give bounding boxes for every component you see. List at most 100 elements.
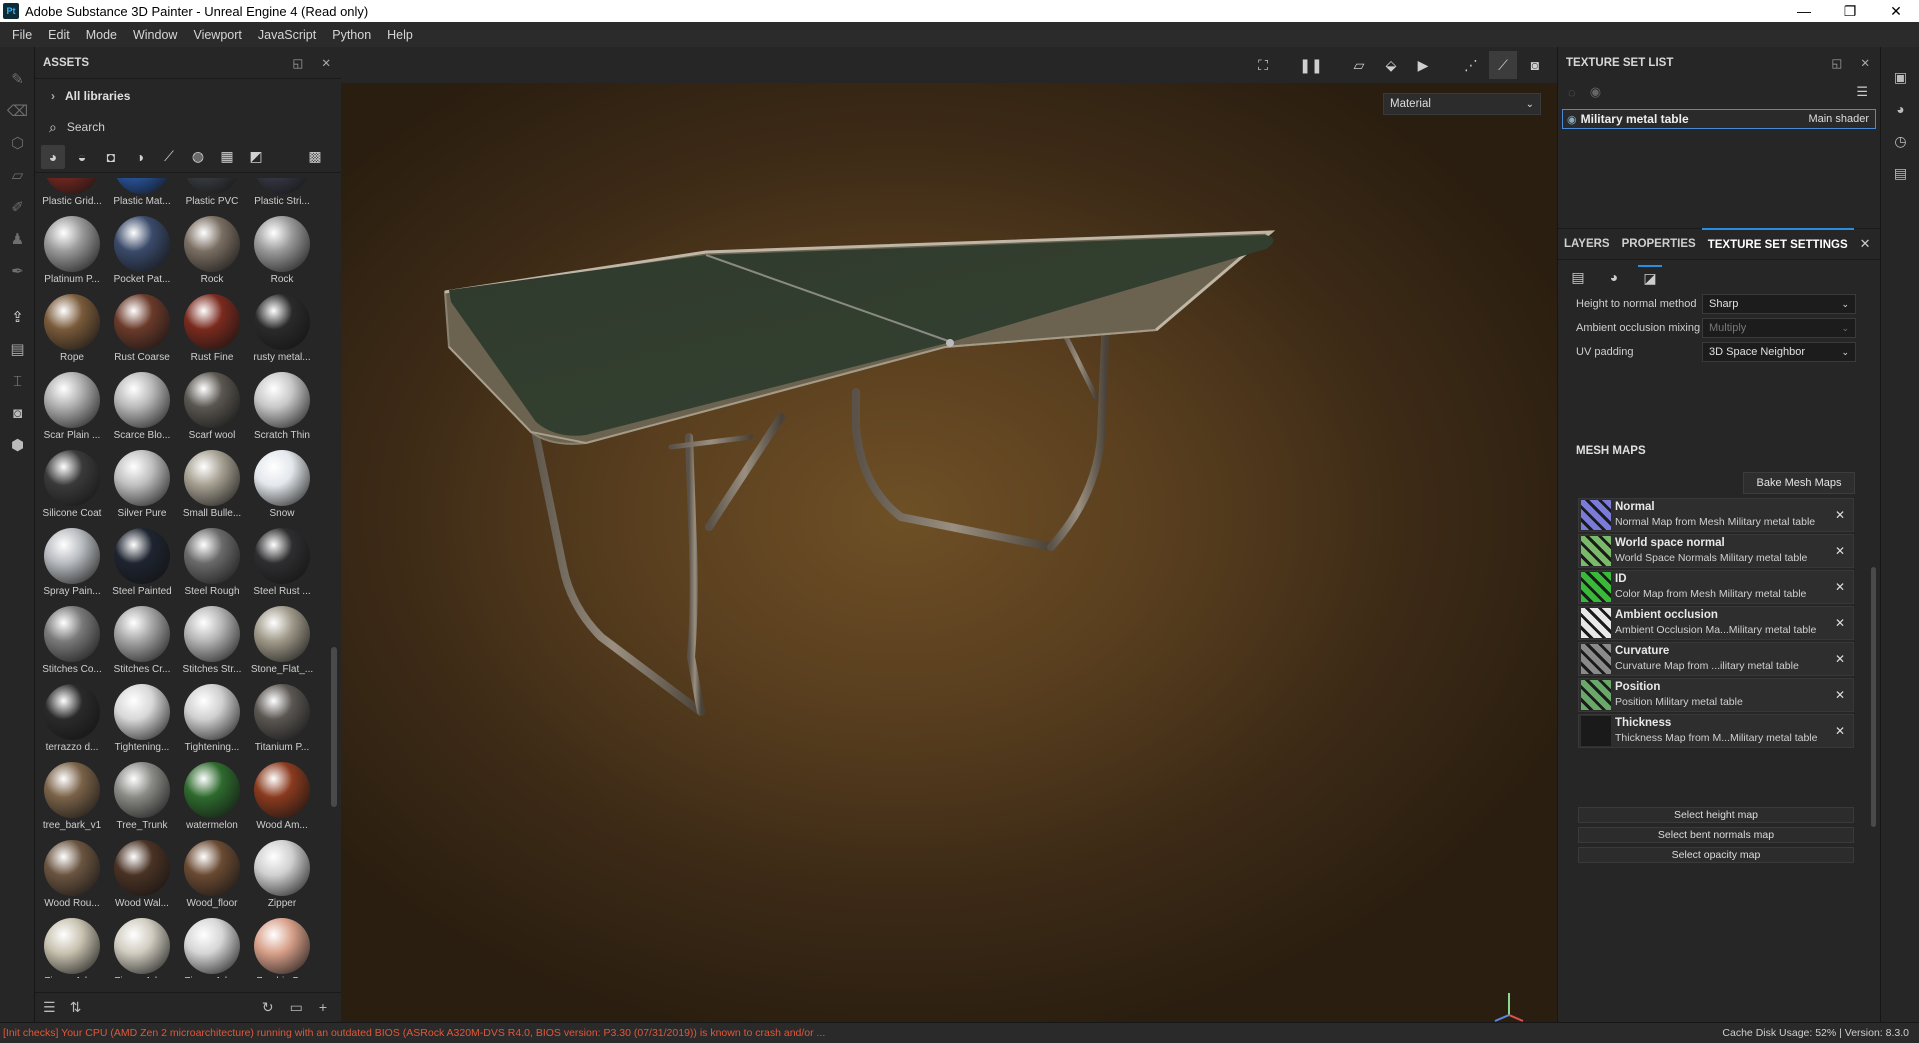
filter-masks-icon[interactable]: ◘ (99, 145, 123, 169)
filter-filters-icon[interactable]: ◑ (128, 145, 152, 169)
asset-item[interactable]: Plastic PVC (179, 178, 245, 216)
ao-mixing-select[interactable]: Multiply ⌄ (1702, 318, 1856, 338)
asset-item[interactable]: Spray Pain... (39, 528, 105, 606)
asset-item[interactable]: Plastic Mat... (109, 178, 175, 216)
height-normal-select[interactable]: Sharp ⌄ (1702, 294, 1856, 314)
select-bent-normals-map-button[interactable]: Select bent normals map (1578, 827, 1854, 843)
asset-item[interactable]: Rope (39, 294, 105, 372)
menu-help[interactable]: Help (379, 28, 421, 42)
asset-item[interactable]: Wood_floor (179, 840, 245, 918)
asset-item[interactable]: Zombie B... (249, 918, 315, 978)
asset-item[interactable]: Tightening... (109, 684, 175, 762)
filter-environments-icon[interactable]: ◩ (244, 145, 268, 169)
bake-mesh-maps-button[interactable]: Bake Mesh Maps (1743, 472, 1855, 494)
clone-stamp-icon[interactable]: ♟ (0, 223, 35, 255)
asset-item[interactable]: rusty metal... (249, 294, 315, 372)
asset-item[interactable]: Steel Painted (109, 528, 175, 606)
hide-icon[interactable]: ◌ (1568, 85, 1576, 100)
filter-particles-icon[interactable]: ◍ (186, 145, 210, 169)
asset-item[interactable]: Stitches Co... (39, 606, 105, 684)
smudge-icon[interactable]: ✐ (0, 191, 35, 223)
filter-brushes-icon[interactable]: ⟋ (157, 145, 181, 169)
assets-scrollbar[interactable] (331, 647, 337, 807)
viewport-3d[interactable]: ⛶ ❚❚ ▱ ⬙ ▶ ⋰ ⟋ ◙ Material ⌄ (341, 47, 1557, 1022)
mesh-map-item[interactable]: ID Color Map from Mesh Military metal tab… (1578, 570, 1854, 604)
asset-item[interactable]: Plastic Grid... (39, 178, 105, 216)
remove-map-icon[interactable]: ✕ (1835, 688, 1845, 702)
filter-textures-icon[interactable]: ▦ (215, 145, 239, 169)
list-view-icon[interactable]: ☰ (43, 999, 56, 1016)
asset-item[interactable]: Tree_Trunk (109, 762, 175, 840)
paint-brush-icon[interactable]: ✎ (0, 63, 35, 95)
uv-padding-select[interactable]: 3D Space Neighbor ⌄ (1702, 342, 1856, 362)
remove-map-icon[interactable]: ✕ (1835, 724, 1845, 738)
assets-search[interactable]: ⌕ Search (35, 113, 341, 141)
float-panel-icon[interactable]: ◱ (1831, 56, 1842, 70)
bake-icon[interactable]: ▤ (0, 333, 35, 365)
texture-set-icon[interactable]: ▤ (1566, 265, 1590, 289)
eraser-icon[interactable]: ⌫ (0, 95, 35, 127)
close-panel-icon[interactable]: ✕ (321, 56, 331, 70)
select-opacity-map-button[interactable]: Select opacity map (1578, 847, 1854, 863)
texture-set-shader[interactable]: Main shader (1808, 113, 1869, 125)
libraries-row[interactable]: › All libraries (35, 79, 341, 113)
menu-edit[interactable]: Edit (40, 28, 78, 42)
asset-item[interactable]: Silicone Coat (39, 450, 105, 528)
shader-icon[interactable]: ◕ (1881, 93, 1919, 125)
display-settings-icon[interactable]: ⌶ (0, 365, 35, 397)
asset-item[interactable]: Wood Wal... (109, 840, 175, 918)
visibility-eye-icon[interactable]: ◉ (1567, 113, 1577, 126)
asset-item[interactable]: Platinum P... (39, 216, 105, 294)
texture-set-item[interactable]: ◉ Military metal table Main shader (1562, 109, 1876, 129)
mesh-map-item[interactable]: Position Position Military metal table ✕ (1578, 678, 1854, 712)
restore-button[interactable]: ❐ (1827, 0, 1873, 22)
search-input[interactable]: Search (67, 120, 105, 134)
asset-item[interactable]: Zipper Adv... (109, 918, 175, 978)
settings-scrollbar[interactable] (1871, 567, 1876, 827)
export-icon[interactable]: ⇪ (0, 301, 35, 333)
asset-item[interactable]: Stone_Flat_... (249, 606, 315, 684)
menu-icon[interactable]: ☰ (1856, 84, 1868, 100)
float-panel-icon[interactable]: ◱ (292, 56, 303, 70)
remove-map-icon[interactable]: ✕ (1835, 652, 1845, 666)
tab-layers[interactable]: LAYERS (1558, 228, 1616, 260)
asset-item[interactable]: Rock (179, 216, 245, 294)
asset-item[interactable]: Zipper Adv... (39, 918, 105, 978)
minimize-button[interactable]: — (1781, 0, 1827, 22)
material-icon[interactable]: ◕ (1602, 265, 1626, 289)
select-height-map-button[interactable]: Select height map (1578, 807, 1854, 823)
remove-map-icon[interactable]: ✕ (1835, 616, 1845, 630)
projection-icon[interactable]: ⬡ (0, 127, 35, 159)
polygon-fill-icon[interactable]: ▱ (0, 159, 35, 191)
asset-item[interactable]: terrazzo d... (39, 684, 105, 762)
mesh-map-item[interactable]: World space normal World Space Normals Mi… (1578, 534, 1854, 568)
close-panel-icon[interactable]: ✕ (1860, 56, 1870, 70)
plugin-icon[interactable]: ⬢ (0, 429, 35, 461)
asset-item[interactable]: Rust Fine (179, 294, 245, 372)
remove-map-icon[interactable]: ✕ (1835, 544, 1845, 558)
mesh-maps-icon[interactable]: ◪ (1638, 265, 1662, 289)
asset-item[interactable]: Steel Rust ... (249, 528, 315, 606)
history-icon[interactable]: ◷ (1881, 125, 1919, 157)
asset-item[interactable]: Silver Pure (109, 450, 175, 528)
filter-smart-materials-icon[interactable]: ◒ (70, 145, 94, 169)
tab-properties[interactable]: PROPERTIES (1616, 228, 1702, 260)
filter-materials-icon[interactable]: ◕ (41, 144, 65, 169)
color-picker-icon[interactable]: ✒ (0, 255, 35, 287)
menu-mode[interactable]: Mode (78, 28, 125, 42)
asset-item[interactable]: Scar Plain ... (39, 372, 105, 450)
asset-item[interactable]: Small Bulle... (179, 450, 245, 528)
tab-texture-set-settings[interactable]: TEXTURE SET SETTINGS (1701, 228, 1854, 260)
menu-viewport[interactable]: Viewport (185, 28, 249, 42)
asset-item[interactable]: Tightening... (179, 684, 245, 762)
remove-map-icon[interactable]: ✕ (1835, 508, 1845, 522)
eye-icon[interactable]: ◉ (1590, 84, 1601, 100)
grid-view-icon[interactable]: ▩ (303, 145, 327, 169)
asset-item[interactable]: Zipper Adv... (179, 918, 245, 978)
mesh-map-item[interactable]: Curvature Curvature Map from ...ilitary m… (1578, 642, 1854, 676)
menu-window[interactable]: Window (125, 28, 185, 42)
asset-item[interactable]: tree_bark_v1 (39, 762, 105, 840)
asset-item[interactable]: Scarce Blo... (109, 372, 175, 450)
log-icon[interactable]: ▤ (1881, 157, 1919, 189)
asset-item[interactable]: Wood Rou... (39, 840, 105, 918)
